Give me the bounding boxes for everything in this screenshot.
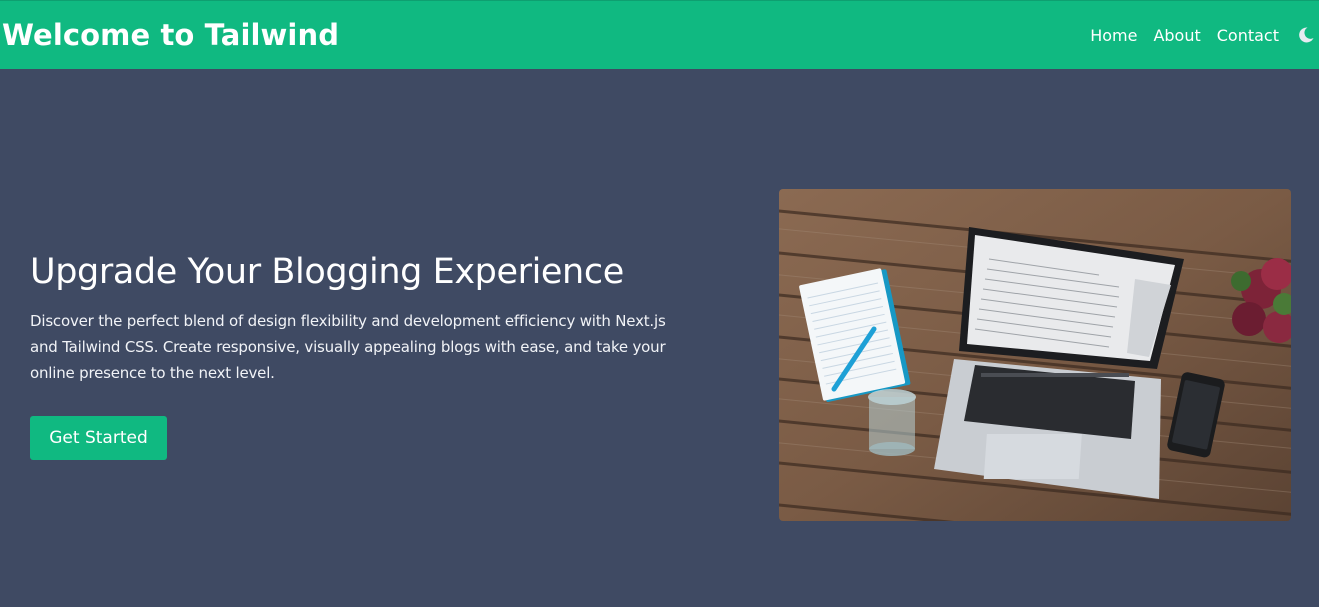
get-started-button[interactable]: Get Started: [30, 416, 167, 460]
nav-link-home[interactable]: Home: [1090, 26, 1137, 45]
moon-icon[interactable]: [1297, 26, 1315, 44]
hero-title: Upgrade Your Blogging Experience: [30, 252, 624, 292]
site-title[interactable]: Welcome to Tailwind: [0, 18, 339, 52]
main-nav: Home About Contact: [1090, 1, 1319, 69]
nav-link-contact[interactable]: Contact: [1217, 26, 1279, 45]
hero-section: Upgrade Your Blogging Experience Discove…: [30, 250, 710, 386]
hero-image: [779, 189, 1291, 521]
top-navbar: Welcome to Tailwind Home About Contact: [0, 0, 1319, 69]
nav-link-about[interactable]: About: [1153, 26, 1200, 45]
hero-description: Discover the perfect blend of design fle…: [30, 312, 666, 382]
